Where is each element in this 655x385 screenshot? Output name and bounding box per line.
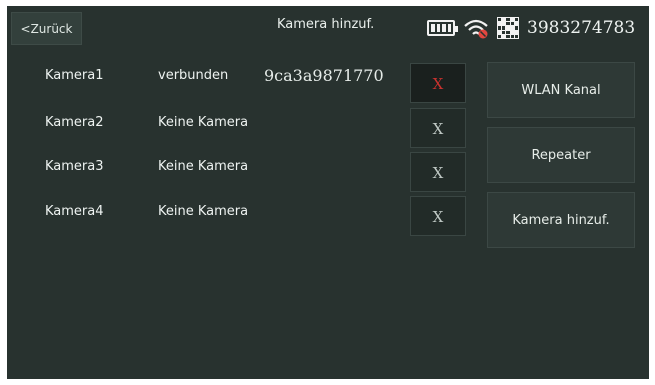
status-area: 3983274783 bbox=[427, 14, 635, 42]
qr-code-icon[interactable] bbox=[497, 17, 519, 39]
delete-camera-button[interactable]: X bbox=[410, 63, 466, 103]
camera-status: Keine Kamera bbox=[158, 115, 249, 130]
back-button[interactable]: <Zurück bbox=[11, 12, 82, 45]
top-bar: <Zurück Kamera hinzuf. 3983274783 bbox=[7, 6, 649, 50]
camera-name: Kamera1 bbox=[45, 68, 104, 83]
wlan-channel-button[interactable]: WLAN Kanal bbox=[487, 62, 635, 118]
camera-name: Kamera2 bbox=[45, 115, 104, 130]
camera-status: Keine Kamera bbox=[158, 204, 249, 219]
camera-name: Kamera3 bbox=[45, 159, 104, 174]
delete-camera-button[interactable]: X bbox=[410, 108, 466, 148]
page-title: Kamera hinzuf. bbox=[277, 17, 375, 32]
camera-status: verbunden bbox=[158, 68, 229, 83]
delete-camera-button[interactable]: X bbox=[410, 196, 466, 236]
camera-name: Kamera4 bbox=[45, 204, 104, 219]
delete-camera-button[interactable]: X bbox=[410, 152, 466, 192]
add-camera-button[interactable]: Kamera hinzuf. bbox=[487, 192, 635, 248]
camera-status: Keine Kamera bbox=[158, 159, 249, 174]
repeater-button[interactable]: Repeater bbox=[487, 127, 635, 183]
battery-icon bbox=[427, 20, 458, 36]
camera-id: 9ca3a9871770 bbox=[264, 66, 384, 85]
wifi-warning-icon bbox=[464, 19, 488, 39]
camera-screen: <Zurück Kamera hinzuf. 3983274783 Kamera… bbox=[7, 6, 649, 379]
device-id: 3983274783 bbox=[527, 18, 636, 38]
